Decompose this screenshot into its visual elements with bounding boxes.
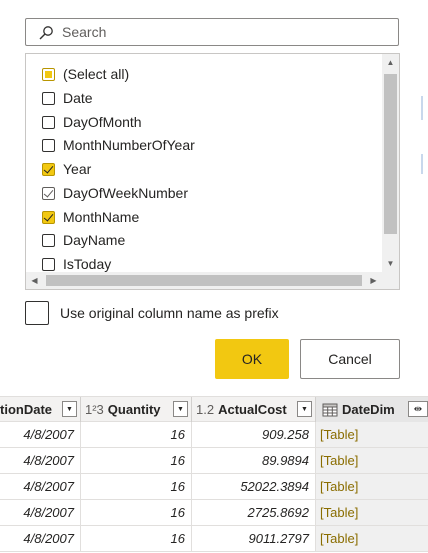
scroll-right-icon[interactable]: ▶ <box>365 272 382 289</box>
horizontal-scroll-thumb[interactable] <box>46 275 362 286</box>
list-item-label: DayName <box>63 232 126 248</box>
list-item-label: DayOfMonth <box>63 114 142 130</box>
scroll-up-icon[interactable]: ▲ <box>382 54 399 71</box>
list-item-label: (Select all) <box>63 66 130 82</box>
column-checkbox[interactable] <box>42 162 55 176</box>
cell-datedim-table-link[interactable]: [Table] <box>316 500 428 525</box>
cell-actualcost: 9011.2797 <box>192 526 316 551</box>
table-row: 4/8/2007 16 9011.2797 [Table] <box>0 526 428 552</box>
horizontal-scrollbar[interactable]: ◀ ▶ <box>26 272 382 289</box>
list-item-dayofweeknumber[interactable]: DayOfWeekNumber <box>42 182 188 204</box>
column-name: ActualCost <box>218 402 287 417</box>
search-icon <box>39 26 53 40</box>
search-input[interactable] <box>62 23 382 41</box>
cell-orderdate: 4/8/2007 <box>0 422 81 447</box>
scroll-down-icon[interactable]: ▼ <box>382 255 399 272</box>
column-list: (Select all) Date DayOfMonth MonthNumber… <box>25 53 400 290</box>
column-checkbox[interactable] <box>42 210 55 224</box>
scroll-corner <box>382 272 399 289</box>
search-box[interactable] <box>25 18 399 46</box>
prefix-option[interactable]: Use original column name as prefix <box>25 301 279 325</box>
table-row: 4/8/2007 16 52022.3894 [Table] <box>0 474 428 500</box>
select-all-checkbox[interactable] <box>42 67 55 81</box>
cell-quantity: 16 <box>81 422 192 447</box>
table-row: 4/8/2007 16 2725.8692 [Table] <box>0 500 428 526</box>
chevron-down-icon[interactable]: ▼ <box>173 401 188 417</box>
cell-quantity: 16 <box>81 500 192 525</box>
chevron-down-icon[interactable]: ▼ <box>62 401 77 417</box>
list-item-label: IsToday <box>63 256 112 272</box>
background-divider <box>421 154 423 174</box>
scroll-left-icon[interactable]: ◀ <box>26 272 43 289</box>
column-checkbox[interactable] <box>42 186 55 200</box>
cell-actualcost: 52022.3894 <box>192 474 316 499</box>
list-item-label: MonthNumberOfYear <box>63 137 195 153</box>
cell-orderdate: 4/8/2007 <box>0 474 81 499</box>
list-item-label: DayOfWeekNumber <box>63 185 189 201</box>
column-header-tiondate[interactable]: tionDate ▼ <box>0 397 81 422</box>
vertical-scrollbar[interactable]: ▲ ▼ <box>382 54 399 272</box>
cell-quantity: 16 <box>81 474 192 499</box>
list-item-monthname[interactable]: MonthName <box>42 206 139 228</box>
vertical-scroll-thumb[interactable] <box>384 74 397 234</box>
list-item-monthnumberofyear[interactable]: MonthNumberOfYear <box>42 134 195 156</box>
prefix-label: Use original column name as prefix <box>60 305 279 321</box>
cell-quantity: 16 <box>81 448 192 473</box>
list-item-istoday[interactable]: IsToday <box>42 253 111 272</box>
list-item-select-all[interactable]: (Select all) <box>42 63 129 85</box>
expand-column-icon[interactable]: ⇹ <box>408 401 428 417</box>
cancel-button[interactable]: Cancel <box>300 339 400 379</box>
background-divider <box>421 96 423 120</box>
column-checkbox[interactable] <box>42 257 55 271</box>
cell-actualcost: 2725.8692 <box>192 500 316 525</box>
list-item-dayofmonth[interactable]: DayOfMonth <box>42 111 142 133</box>
decimal-type-icon[interactable]: 1.2 <box>196 402 214 417</box>
list-item-label: Year <box>63 161 92 177</box>
column-header-datedim[interactable]: DateDim ⇹ <box>316 397 428 422</box>
column-name: Quantity <box>107 402 161 417</box>
table-icon[interactable] <box>322 402 338 418</box>
column-header-quantity[interactable]: 1²3 Quantity ▼ <box>81 397 192 422</box>
list-item-year[interactable]: Year <box>42 158 91 180</box>
whole-number-type-icon[interactable]: 1²3 <box>85 402 104 417</box>
cell-orderdate: 4/8/2007 <box>0 526 81 551</box>
grid-header: tionDate ▼ 1²3 Quantity ▼ 1.2 ActualCost… <box>0 396 428 422</box>
cell-datedim-table-link[interactable]: [Table] <box>316 474 428 499</box>
table-row: 4/8/2007 16 89.9894 [Table] <box>0 448 428 474</box>
column-checkbox[interactable] <box>42 91 55 105</box>
cell-datedim-table-link[interactable]: [Table] <box>316 526 428 551</box>
prefix-checkbox[interactable] <box>25 301 49 325</box>
list-item-dayname[interactable]: DayName <box>42 229 125 251</box>
data-grid: tionDate ▼ 1²3 Quantity ▼ 1.2 ActualCost… <box>0 396 428 553</box>
expand-columns-dialog: (Select all) Date DayOfMonth MonthNumber… <box>0 0 428 394</box>
column-name: DateDim <box>342 402 395 417</box>
column-header-actualcost[interactable]: 1.2 ActualCost ▼ <box>192 397 316 422</box>
cell-datedim-table-link[interactable]: [Table] <box>316 422 428 447</box>
table-row: 4/8/2007 16 909.258 [Table] <box>0 422 428 448</box>
cell-actualcost: 909.258 <box>192 422 316 447</box>
cell-actualcost: 89.9894 <box>192 448 316 473</box>
column-name: tionDate <box>0 402 52 417</box>
column-checkbox[interactable] <box>42 115 55 129</box>
cell-datedim-table-link[interactable]: [Table] <box>316 448 428 473</box>
column-checkbox[interactable] <box>42 138 55 152</box>
list-item-date[interactable]: Date <box>42 87 93 109</box>
column-list-items: (Select all) Date DayOfMonth MonthNumber… <box>26 54 382 272</box>
cell-orderdate: 4/8/2007 <box>0 448 81 473</box>
chevron-down-icon[interactable]: ▼ <box>297 401 312 417</box>
list-item-label: MonthName <box>63 209 140 225</box>
list-item-label: Date <box>63 90 93 106</box>
cell-orderdate: 4/8/2007 <box>0 500 81 525</box>
column-checkbox[interactable] <box>42 233 55 247</box>
cell-quantity: 16 <box>81 526 192 551</box>
ok-button[interactable]: OK <box>215 339 289 379</box>
